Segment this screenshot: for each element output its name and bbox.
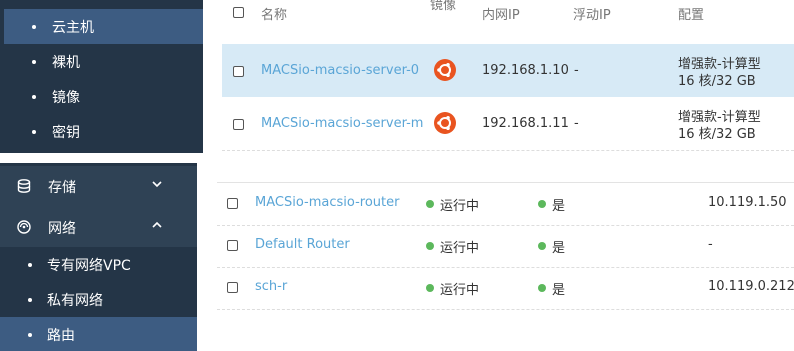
router-ip: 10.119.0.212	[708, 279, 794, 294]
sidebar-item-vpc[interactable]: 专有网络VPC	[0, 247, 197, 282]
router-ip: -	[708, 237, 713, 252]
column-header-config: 配置	[678, 8, 705, 23]
floating-ip: -	[574, 116, 579, 131]
status-dot-icon	[426, 284, 434, 292]
status-dot-icon	[426, 242, 434, 250]
server-table: 名称 镜像 内网IP 浮动IP 配置 MACSio-macsio-server-…	[222, 0, 794, 153]
status-dot-icon	[538, 284, 546, 292]
row-divider	[217, 309, 794, 310]
server-name-link[interactable]: MACSio-macsio-server-m	[261, 116, 423, 131]
router-status: 运行中	[440, 283, 480, 298]
router-table: MACSio-macsio-router 运行中 是 10.119.1.50 D…	[217, 163, 794, 351]
floating-ip: -	[574, 63, 579, 78]
config-spec: 16 核/32 GB	[678, 127, 756, 142]
bullet-icon	[28, 298, 32, 302]
table-row[interactable]: MACSio-macsio-router 运行中 是 10.119.1.50	[217, 183, 794, 225]
sidebar-item-image[interactable]: 镜像	[0, 79, 203, 114]
bullet-icon	[32, 95, 36, 99]
database-icon	[17, 179, 31, 193]
router-flag: 是	[552, 241, 566, 256]
sidebar-storage-network-section: 存储 网络 专有网络VPC 私有网络 路由	[0, 163, 197, 351]
status-dot-icon	[426, 200, 434, 208]
column-header-image: 镜像	[430, 0, 457, 13]
status-dot-icon	[538, 200, 546, 208]
sidebar-item-label: 路由	[47, 328, 75, 344]
ubuntu-icon	[434, 112, 456, 134]
chevron-down-icon	[152, 181, 162, 188]
private-ip: 192.168.1.10	[482, 63, 569, 78]
column-header-private-ip: 内网IP	[482, 8, 520, 23]
sidebar-item-private-network[interactable]: 私有网络	[0, 282, 197, 317]
sidebar-item-label: 镜像	[52, 90, 80, 106]
sidebar-item-label: 专有网络VPC	[47, 258, 131, 274]
table-row[interactable]: MACSio-macsio-server-0 ubuntu-icon 192.1…	[222, 44, 794, 97]
row-checkbox[interactable]	[227, 282, 238, 293]
ubuntu-icon	[434, 59, 456, 81]
network-icon	[17, 220, 31, 234]
private-ip: 192.168.1.11	[482, 116, 569, 131]
bullet-icon	[32, 60, 36, 64]
sidebar-group-network[interactable]: 网络	[0, 207, 197, 247]
table-row[interactable]: Default Router 运行中 是 -	[217, 225, 794, 267]
sidebar-compute-section: 云主机 裸机 镜像 密钥	[0, 0, 203, 153]
select-all-checkbox[interactable]	[233, 7, 244, 18]
sidebar-item-label: 裸机	[52, 55, 80, 71]
sidebar-item-keypair[interactable]: 密钥	[0, 114, 203, 149]
config-spec: 16 核/32 GB	[678, 74, 756, 89]
bullet-icon	[28, 263, 32, 267]
sidebar-item-label: 云主机	[52, 20, 94, 36]
column-header-name: 名称	[261, 8, 288, 23]
row-divider	[222, 150, 794, 151]
table-row[interactable]: MACSio-macsio-server-m ubuntu-icon 192.1…	[222, 97, 794, 150]
bullet-icon	[32, 130, 36, 134]
sidebar-item-cloud-host[interactable]: 云主机	[4, 9, 203, 44]
sidebar-item-bare-metal[interactable]: 裸机	[0, 44, 203, 79]
router-ip: 10.119.1.50	[708, 195, 787, 210]
row-checkbox[interactable]	[233, 66, 244, 77]
chevron-up-icon	[152, 221, 162, 228]
server-name-link[interactable]: MACSio-macsio-server-0	[261, 63, 419, 78]
sidebar-group-label: 网络	[48, 221, 76, 237]
row-checkbox[interactable]	[233, 119, 244, 130]
router-name-link[interactable]: sch-r	[255, 279, 287, 294]
column-header-floating-ip: 浮动IP	[573, 8, 611, 23]
bullet-icon	[28, 333, 32, 337]
row-checkbox[interactable]	[227, 198, 238, 209]
router-status: 运行中	[440, 241, 480, 256]
sidebar-item-label: 私有网络	[47, 293, 103, 309]
row-checkbox[interactable]	[227, 240, 238, 251]
status-dot-icon	[538, 242, 546, 250]
router-flag: 是	[552, 283, 566, 298]
sidebar-item-label: 密钥	[52, 125, 80, 141]
router-name-link[interactable]: Default Router	[255, 237, 350, 252]
router-flag: 是	[552, 199, 566, 214]
table-row[interactable]: sch-r 运行中 是 10.119.0.212	[217, 267, 794, 309]
router-name-link[interactable]: MACSio-macsio-router	[255, 195, 399, 210]
sidebar-group-storage[interactable]: 存储	[0, 166, 197, 207]
bullet-icon	[32, 25, 36, 29]
router-status: 运行中	[440, 199, 480, 214]
sidebar-item-router[interactable]: 路由	[0, 317, 197, 351]
sidebar-group-label: 存储	[48, 180, 76, 196]
